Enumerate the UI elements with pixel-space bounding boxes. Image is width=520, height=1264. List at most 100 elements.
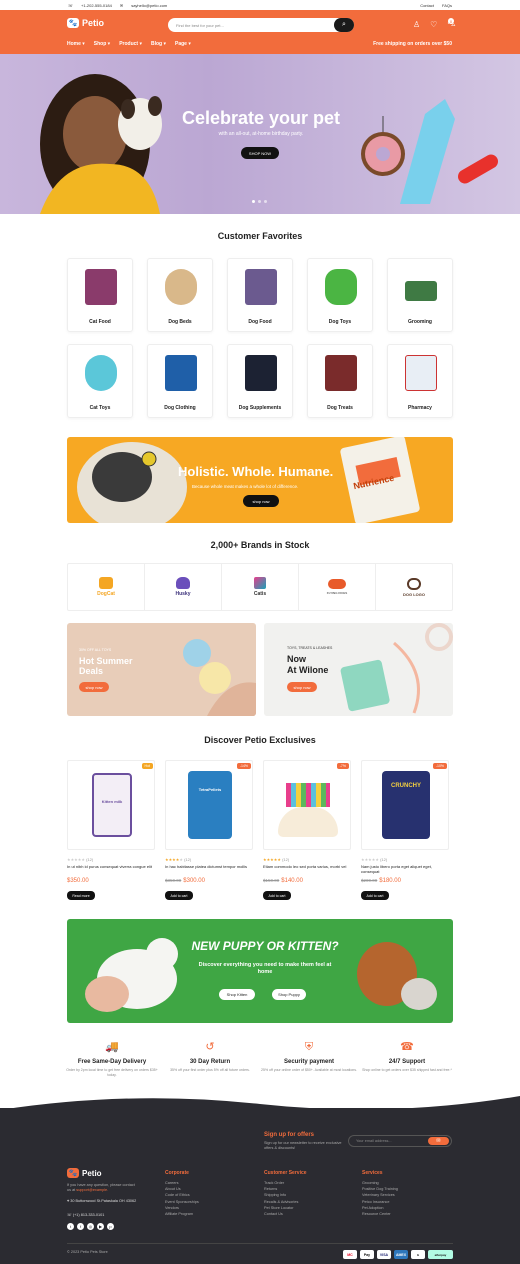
brand-logo[interactable]: DOG LOGO: [376, 564, 452, 610]
brands-title: 2,000+ Brands in Stock: [210, 540, 310, 550]
truck-icon: 🚚: [105, 1041, 119, 1053]
top-contact-link[interactable]: Contact: [420, 3, 434, 8]
product-title[interactable]: In hac habitasse platea dictumst tempor …: [165, 864, 251, 869]
promo-shop-now-button[interactable]: shop now: [243, 495, 279, 507]
footer-divider: [67, 1243, 453, 1244]
product-price: $200.00 $180.00: [361, 878, 401, 884]
product-rating: ★★★★★ (12): [165, 857, 192, 862]
category-card[interactable]: Dog Beds: [147, 258, 213, 332]
slider-dot[interactable]: [264, 200, 267, 203]
send-icon: ✉: [436, 1138, 441, 1144]
slider-dot[interactable]: [258, 200, 261, 203]
footer-logo[interactable]: 🐾 Petio: [67, 1168, 102, 1178]
search-input[interactable]: Find the best for your pet... ⌕: [168, 18, 354, 32]
product-card[interactable]: Kitten milk Hot ★★★★★ (12) In ut nibh id…: [67, 760, 155, 902]
nav-product[interactable]: Product ▾: [119, 41, 142, 47]
product-card[interactable]: -7% ★★★★★ (12) Etiam commodo leo sed por…: [263, 760, 351, 902]
product-title[interactable]: Nam justo libero porta eget aliquet eget…: [361, 864, 447, 874]
gpay-icon: G: [411, 1250, 425, 1259]
header: [0, 10, 520, 54]
summer-deals-banner[interactable]: 30% OFF ALL TOYS Hot Summer Deals shop n…: [67, 623, 256, 716]
category-card[interactable]: Cat Food: [67, 258, 133, 332]
add-to-cart-button[interactable]: Add to cart: [361, 891, 389, 900]
paw-icon: 🐾: [67, 18, 79, 28]
hero-slider-dots: [252, 200, 267, 203]
product-price: $350.00 $300.00: [165, 878, 205, 884]
nav-home[interactable]: Home ▾: [67, 41, 85, 47]
top-faqs-link[interactable]: FAQs: [442, 3, 452, 8]
add-to-cart-button[interactable]: Add to cart: [263, 891, 291, 900]
category-card[interactable]: Dog Supplements: [227, 344, 293, 418]
brand-logo[interactable]: Catis: [222, 564, 299, 610]
birthday-cake-image: [278, 807, 338, 837]
pinterest-icon[interactable]: p: [107, 1223, 114, 1230]
star-icon: ★★★★★: [361, 857, 379, 862]
product-title[interactable]: In ut nibh id purus consequat viverra co…: [67, 864, 153, 869]
youtube-icon[interactable]: ▶: [97, 1223, 104, 1230]
top-phone[interactable]: +1-202-555-0184: [81, 3, 112, 8]
logo-text: Petio: [82, 18, 105, 28]
candles-image: [286, 783, 330, 807]
site-logo[interactable]: 🐾 Petio: [67, 18, 104, 28]
search-placeholder: Find the best for your pet...: [176, 22, 224, 28]
promo-subtitle: Because whole meat makes a whole lot of …: [192, 484, 299, 489]
cat-food-image: [85, 269, 117, 305]
hero-shop-now-button[interactable]: SHOP NOW: [241, 147, 279, 159]
category-card[interactable]: Cat Toys: [67, 344, 133, 418]
search-button[interactable]: ⌕: [334, 18, 354, 32]
category-card[interactable]: Pharmacy: [387, 344, 453, 418]
product-card[interactable]: TetraPellets -14% ★★★★★ (12) In hac habi…: [165, 760, 253, 902]
top-email[interactable]: sayhello@petio.com: [131, 3, 167, 8]
nav-shop[interactable]: Shop ▾: [94, 41, 110, 47]
category-card[interactable]: Dog Food: [227, 258, 293, 332]
shop-puppy-button[interactable]: Shop Puppy: [272, 989, 306, 1000]
slider-dot[interactable]: [252, 200, 255, 203]
summer-shop-now-button[interactable]: shop now: [79, 682, 109, 692]
wilone-shop-now-button[interactable]: shop now: [287, 682, 317, 692]
nav-page[interactable]: Page ▾: [175, 41, 191, 47]
user-icon[interactable]: ♙: [413, 20, 420, 29]
product-title[interactable]: Etiam commodo leo sed porta varius, morb…: [263, 864, 349, 869]
product-image-label: CRUNCHY: [391, 783, 421, 789]
cat-toys-image: [85, 355, 117, 391]
category-card[interactable]: Dog Toys: [307, 258, 373, 332]
product-image[interactable]: [263, 760, 351, 850]
product-image-label: Kitten milk: [101, 799, 123, 804]
feature-delivery: 🚚 Free Same-Day Delivery Order by 2pm lo…: [66, 1041, 158, 1077]
feature-return: ↺ 30 Day Return 35% off your first order…: [170, 1041, 250, 1072]
heart-icon[interactable]: ♡: [430, 20, 437, 29]
product-image[interactable]: CRUNCHY: [361, 760, 449, 850]
paw-icon: 🐾: [67, 1168, 79, 1178]
dog-food-image: [245, 269, 277, 305]
shop-kitten-button[interactable]: Shop Kitten: [219, 989, 255, 1000]
product-image[interactable]: TetraPellets: [165, 760, 253, 850]
brands-row: DogCat Husky Catis FLYING DOGS DOG LOGO: [67, 563, 453, 611]
hero-subtitle: with an all-out, at-home birthday party.: [218, 131, 304, 137]
product-image[interactable]: Kitten milk: [67, 760, 155, 850]
leash-illustration: [340, 623, 453, 714]
newsletter-desc: Sign up for our newsletter to receive ex…: [264, 1141, 342, 1150]
new-puppy-banner: NEW PUPPY OR KITTEN? Discover everything…: [67, 919, 453, 1023]
nav-blog[interactable]: Blog ▾: [151, 41, 166, 47]
read-more-button[interactable]: Read more: [67, 891, 95, 900]
wilone-banner[interactable]: TOYS, TREATS & LEASHES Now At Wilone sho…: [264, 623, 453, 716]
customer-service-links: Track Order Returns Shipping Info Recall…: [264, 1181, 299, 1217]
twitter-icon[interactable]: t: [67, 1223, 74, 1230]
product-card[interactable]: CRUNCHY -10% ★★★★★ (12) Nam justo libero…: [361, 760, 449, 902]
add-to-cart-button[interactable]: Add to cart: [165, 891, 193, 900]
brand-logo[interactable]: Husky: [145, 564, 222, 610]
footer-about: If you have any question, please contact…: [67, 1183, 135, 1192]
summer-deals-title-2: Deals: [79, 666, 104, 676]
newsletter-submit-button[interactable]: ✉: [428, 1137, 449, 1145]
facebook-icon[interactable]: f: [77, 1223, 84, 1230]
tetra-pellets-image: [188, 771, 232, 839]
dogcat-icon: [99, 577, 113, 589]
instagram-icon[interactable]: ◎: [87, 1223, 94, 1230]
product-badge: -10%: [432, 763, 447, 769]
category-card[interactable]: Dog Treats: [307, 344, 373, 418]
category-card[interactable]: Dog Clothing: [147, 344, 213, 418]
category-card[interactable]: Grooming: [387, 258, 453, 332]
brand-logo[interactable]: DogCat: [68, 564, 145, 610]
brand-logo[interactable]: FLYING DOGS: [299, 564, 376, 610]
applepay-icon: Pay: [360, 1250, 374, 1259]
